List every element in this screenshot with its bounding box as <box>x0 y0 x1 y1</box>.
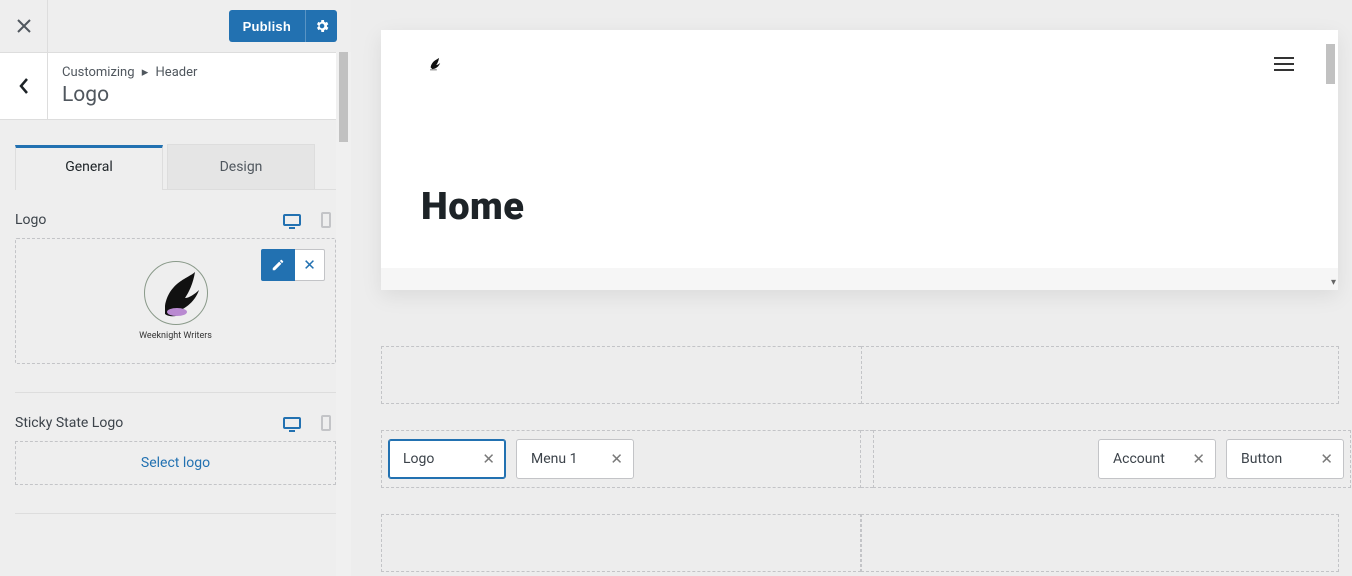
tabs: General Design <box>15 144 336 190</box>
chevron-left-icon <box>18 77 30 95</box>
builder-drop-zone[interactable] <box>861 430 873 488</box>
bird-icon <box>425 55 443 73</box>
builder-drop-zone[interactable] <box>381 346 861 404</box>
scrollbar[interactable] <box>336 52 351 576</box>
close-icon[interactable]: ✕ <box>596 450 623 468</box>
builder-drop-zone[interactable] <box>861 346 1339 404</box>
divider <box>15 513 336 514</box>
desktop-icon <box>283 214 301 226</box>
builder-chip-logo[interactable]: Logo ✕ <box>388 439 506 479</box>
preview-area: Home Logo ✕ Menu 1 ✕ <box>351 0 1352 576</box>
chip-label: Logo <box>403 451 434 467</box>
gear-icon <box>314 18 330 34</box>
logo-image: Weeknight Writers <box>139 261 212 341</box>
builder-row-bottom <box>381 514 1338 572</box>
page-title: Logo <box>62 83 197 107</box>
close-icon: ✕ <box>303 256 316 274</box>
builder-drop-zone[interactable]: Account ✕ Button ✕ <box>873 430 1351 488</box>
chip-label: Account <box>1113 451 1165 467</box>
close-icon[interactable]: ✕ <box>468 450 495 468</box>
close-icon[interactable]: ✕ <box>1306 450 1333 468</box>
chevron-right-icon: ▸ <box>142 65 149 80</box>
builder-drop-zone[interactable] <box>381 514 861 572</box>
builder-row-middle: Logo ✕ Menu 1 ✕ Account ✕ Button <box>381 430 1338 488</box>
back-button[interactable] <box>0 53 48 119</box>
sticky-logo-section: Sticky State Logo Select logo <box>15 415 336 485</box>
close-icon <box>17 19 31 33</box>
publish-settings-button[interactable] <box>305 10 337 42</box>
builder-chip-menu1[interactable]: Menu 1 ✕ <box>516 439 634 479</box>
logo-label: Logo <box>15 212 46 228</box>
device-desktop-button[interactable] <box>282 415 302 431</box>
builder-drop-zone[interactable]: Logo ✕ Menu 1 ✕ <box>381 430 861 488</box>
device-mobile-button[interactable] <box>316 415 336 431</box>
close-icon[interactable]: ✕ <box>1178 450 1205 468</box>
chip-label: Menu 1 <box>531 451 577 467</box>
chip-label: Button <box>1241 451 1282 467</box>
sticky-logo-label: Sticky State Logo <box>15 415 123 431</box>
edit-logo-button[interactable] <box>261 249 295 281</box>
header-builder: Logo ✕ Menu 1 ✕ Account ✕ Button <box>381 346 1338 572</box>
page-heading: Home <box>421 185 525 229</box>
builder-chip-button[interactable]: Button ✕ <box>1226 439 1344 479</box>
customizer-topbar: Publish <box>0 0 351 52</box>
desktop-icon <box>283 417 301 429</box>
bird-icon <box>145 262 209 326</box>
breadcrumb-root: Customizing <box>62 65 135 80</box>
device-mobile-button[interactable] <box>316 212 336 228</box>
site-logo[interactable] <box>425 55 443 73</box>
mobile-icon <box>321 212 331 228</box>
menu-toggle-button[interactable] <box>1274 57 1294 71</box>
publish-button[interactable]: Publish <box>229 10 305 42</box>
builder-drop-zone[interactable] <box>861 514 1339 572</box>
close-customizer-button[interactable] <box>0 0 48 52</box>
site-preview-frame: Home <box>381 30 1338 290</box>
remove-logo-button[interactable]: ✕ <box>295 249 325 281</box>
preview-footer-strip <box>381 268 1338 290</box>
logo-caption: Weeknight Writers <box>139 331 212 341</box>
builder-chip-account[interactable]: Account ✕ <box>1098 439 1216 479</box>
mobile-icon <box>321 415 331 431</box>
customizer-sidebar: Publish Customizing ▸ Header Logo <box>0 0 351 576</box>
builder-row-top <box>381 346 1338 404</box>
select-logo-button[interactable]: Select logo <box>15 441 336 485</box>
scrollbar[interactable] <box>1322 30 1338 290</box>
device-desktop-button[interactable] <box>282 212 302 228</box>
tab-general[interactable]: General <box>15 145 163 190</box>
logo-preview-box: ✕ Weeknight Writers <box>15 238 336 364</box>
divider <box>15 392 336 393</box>
tab-design[interactable]: Design <box>167 144 315 189</box>
pencil-icon <box>271 258 285 272</box>
breadcrumb: Customizing ▸ Header Logo <box>0 52 351 120</box>
breadcrumb-section: Header <box>156 65 198 80</box>
hamburger-icon <box>1274 57 1294 59</box>
logo-section: Logo ✕ <box>15 212 336 364</box>
